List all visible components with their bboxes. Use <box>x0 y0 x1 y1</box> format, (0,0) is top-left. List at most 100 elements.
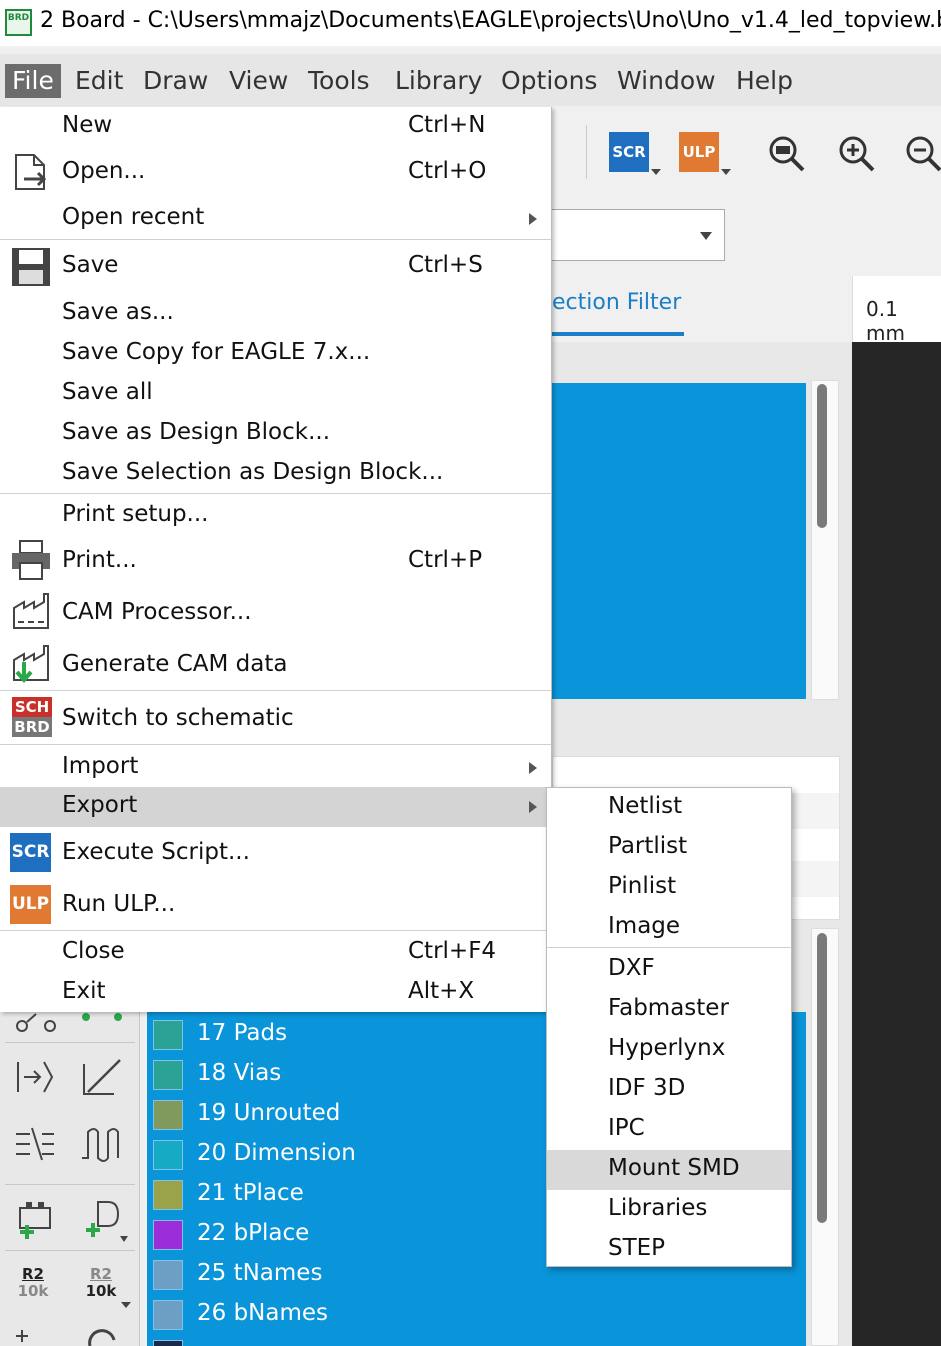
menu-item-save-copy[interactable]: Save Copy for EAGLE 7.x... <box>0 334 551 374</box>
net-icon[interactable] <box>12 1012 62 1036</box>
export-step[interactable]: STEP <box>547 1230 791 1270</box>
layer-color-swatch <box>153 1340 183 1346</box>
script-button[interactable]: SCR <box>609 132 649 172</box>
menu-edit[interactable]: Edit <box>68 64 130 98</box>
name-tool[interactable]: R2 10k <box>10 1266 56 1300</box>
layer-row[interactable]: 20 Dimension <box>147 1134 547 1174</box>
menu-tools[interactable]: Tools <box>301 64 377 98</box>
name-tool-label: R2 <box>22 1265 44 1283</box>
layer-color-swatch <box>153 1260 183 1290</box>
menu-item-open[interactable]: Open... Ctrl+O <box>0 153 551 193</box>
menu-item-label: Pinlist <box>608 873 677 899</box>
layer-color-swatch <box>153 1140 183 1170</box>
menu-view[interactable]: View <box>222 64 295 98</box>
menu-file[interactable]: File <box>5 64 61 98</box>
menu-separator <box>0 493 551 494</box>
board-canvas[interactable] <box>852 342 941 1346</box>
rotate-icon[interactable] <box>84 1326 124 1346</box>
export-hyperlynx[interactable]: Hyperlynx <box>547 1030 791 1070</box>
menu-window[interactable]: Window <box>610 64 723 98</box>
export-pinlist[interactable]: Pinlist <box>547 868 791 908</box>
menu-item-label: Open... <box>62 158 146 184</box>
export-dxf[interactable]: DXF <box>547 950 791 990</box>
printer-icon <box>12 540 50 580</box>
value-tool-value: 10k <box>85 1282 117 1300</box>
add-icon[interactable] <box>14 1326 54 1346</box>
menu-draw[interactable]: Draw <box>136 64 215 98</box>
menu-item-label: Open recent <box>62 204 205 230</box>
chevron-down-icon[interactable] <box>700 232 712 240</box>
layer-row[interactable]: 19 Unrouted <box>147 1094 547 1134</box>
menu-item-save[interactable]: Save Ctrl+S <box>0 247 551 287</box>
menu-item-execute-script[interactable]: SCR Execute Script... <box>0 833 551 874</box>
export-libraries[interactable]: Libraries <box>547 1190 791 1230</box>
menu-separator <box>0 239 551 240</box>
menu-item-label: IDF 3D <box>608 1075 686 1101</box>
zoom-fit-icon[interactable] <box>767 134 807 174</box>
menu-item-import[interactable]: Import <box>0 748 551 788</box>
menu-item-print-setup[interactable]: Print setup... <box>0 496 551 536</box>
chevron-down-icon[interactable] <box>721 169 731 175</box>
chevron-down-icon[interactable] <box>120 1300 132 1310</box>
export-netlist[interactable]: Netlist <box>547 788 791 828</box>
layer-label: 26 bNames <box>197 1300 329 1326</box>
scrollbar-thumb[interactable] <box>817 384 827 528</box>
export-mount-smd[interactable]: Mount SMD <box>547 1150 791 1190</box>
menu-item-switch-schematic[interactable]: SCH BRD Switch to schematic <box>0 697 551 740</box>
scrollbar-thumb[interactable] <box>817 933 827 1223</box>
zoom-out-icon[interactable] <box>904 134 941 174</box>
add-part-icon[interactable] <box>12 1194 60 1242</box>
menu-item-label: Exit <box>62 978 106 1004</box>
layer-row[interactable]: 21 tPlace <box>147 1174 547 1214</box>
menu-item-print[interactable]: Print... Ctrl+P <box>0 540 551 582</box>
menu-options[interactable]: Options <box>494 64 604 98</box>
menu-help[interactable]: Help <box>729 64 800 98</box>
menu-item-close[interactable]: Close Ctrl+F4 <box>0 933 551 973</box>
menu-item-label: Save as... <box>62 299 174 325</box>
zoom-in-icon[interactable] <box>837 134 877 174</box>
menu-item-new[interactable]: New Ctrl+N <box>0 107 551 147</box>
layer-row[interactable]: 26 bNames <box>147 1294 547 1334</box>
arrow-in-icon[interactable] <box>12 1054 58 1100</box>
menu-item-open-recent[interactable]: Open recent <box>0 199 551 239</box>
add-gate-icon[interactable] <box>78 1194 134 1244</box>
export-idf-3d[interactable]: IDF 3D <box>547 1070 791 1110</box>
toolbar-dropdown[interactable] <box>552 209 725 261</box>
export-ipc[interactable]: IPC <box>547 1110 791 1150</box>
menu-item-generate-cam[interactable]: Generate CAM data <box>0 645 551 686</box>
switch-schematic-icon: SCH BRD <box>12 697 52 737</box>
menu-item-label: Switch to schematic <box>62 705 294 731</box>
menu-item-save-all[interactable]: Save all <box>0 374 551 414</box>
layer-row[interactable]: 17 Pads <box>147 1014 547 1054</box>
menu-separator <box>0 690 551 691</box>
chevron-down-icon[interactable] <box>651 169 661 175</box>
menu-item-save-selection-block[interactable]: Save Selection as Design Block... <box>0 454 551 494</box>
menu-item-cam-processor[interactable]: CAM Processor... <box>0 593 551 634</box>
export-image[interactable]: Image <box>547 908 791 948</box>
menu-item-run-ulp[interactable]: ULP Run ULP... <box>0 885 551 926</box>
menu-item-export[interactable]: Export <box>0 787 546 827</box>
menu-item-label: STEP <box>608 1235 666 1261</box>
menu-item-label: Save Selection as Design Block... <box>62 459 444 485</box>
export-fabmaster[interactable]: Fabmaster <box>547 990 791 1030</box>
meander-icon[interactable] <box>78 1122 124 1168</box>
menu-library[interactable]: Library <box>388 64 489 98</box>
export-partlist[interactable]: Partlist <box>547 828 791 868</box>
layer-row[interactable]: 25 tNames <box>147 1254 547 1294</box>
menu-item-save-design-block[interactable]: Save as Design Block... <box>0 414 551 454</box>
ulp-button[interactable]: ULP <box>679 132 719 172</box>
value-tool[interactable]: R2 10k <box>78 1266 124 1300</box>
tab-selection-filter[interactable]: ection Filter <box>552 290 681 315</box>
wire-icon[interactable] <box>78 1054 124 1100</box>
ratsnest-icon[interactable] <box>12 1122 58 1168</box>
menu-item-save-as[interactable]: Save as... <box>0 294 551 334</box>
menu-item-exit[interactable]: Exit Alt+X <box>0 973 551 1013</box>
layer-row[interactable] <box>147 1334 547 1346</box>
layer-row[interactable]: 22 bPlace <box>147 1214 547 1254</box>
menu-separator <box>547 947 791 948</box>
route-icon[interactable] <box>78 1012 128 1026</box>
selection-list[interactable] <box>552 383 806 699</box>
layer-row[interactable]: 18 Vias <box>147 1054 547 1094</box>
layer-label: 19 Unrouted <box>197 1100 341 1126</box>
sch-badge: SCH <box>12 697 52 717</box>
